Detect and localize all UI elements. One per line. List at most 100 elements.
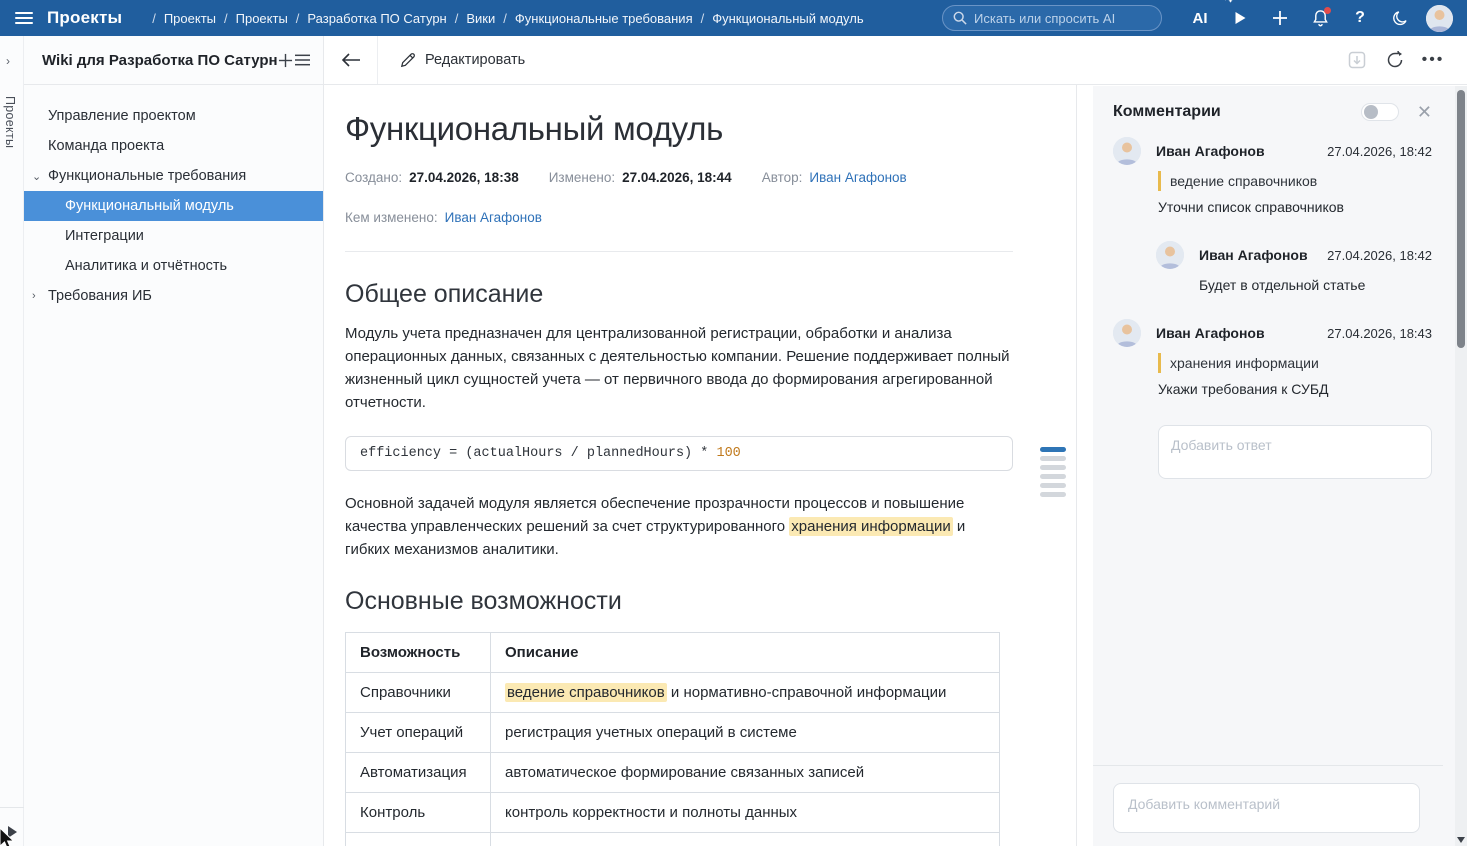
page-tree: Управление проектом Команда проекта ⌄Фун… — [24, 85, 323, 311]
plus-icon[interactable] — [1260, 0, 1300, 36]
tree-item[interactable]: Команда проекта — [24, 131, 323, 161]
comments-toggle[interactable] — [1361, 103, 1399, 121]
comment-date: 27.04.2026, 18:42 — [1327, 248, 1432, 263]
tree-item[interactable]: ›Требования ИБ — [24, 281, 323, 311]
author-label: Автор: — [762, 170, 803, 185]
edit-label: Редактировать — [425, 52, 525, 68]
comments-footer: Добавить комментарий — [1093, 765, 1443, 846]
article-meta-2: Кем изменено: Иван Агафонов — [345, 210, 1013, 225]
download-icon[interactable] — [1345, 48, 1369, 72]
comment-author[interactable]: Иван Агафонов — [1199, 247, 1327, 263]
article-meta: Создано:27.04.2026, 18:38 Изменено:27.04… — [345, 170, 1013, 185]
wiki-sidebar: Wiki для Разработка ПО Сатурн Управление… — [24, 36, 324, 846]
outline-bar[interactable] — [1040, 492, 1066, 497]
wiki-title: Wiki для Разработка ПО Сатурн — [42, 52, 278, 69]
search-input[interactable] — [974, 11, 1151, 26]
breadcrumb: Проекты Проекты Разработка ПО Сатурн Вик… — [144, 11, 863, 26]
more-options-icon[interactable]: ••• — [1421, 48, 1445, 72]
code-block: efficiency = (actualHours / plannedHours… — [345, 436, 1013, 471]
comment-text: Уточни список справочников — [1158, 197, 1432, 217]
table-cell: Учет операций — [346, 713, 491, 753]
pencil-icon — [400, 52, 416, 68]
tree-item[interactable]: Интеграции — [24, 221, 323, 251]
table-cell: регистрация учетных операций в системе — [491, 713, 1000, 753]
outline-indicator — [1040, 447, 1066, 497]
table-row: Учет операций регистрация учетных операц… — [346, 713, 1000, 753]
comment-avatar — [1113, 137, 1141, 165]
outline-bar[interactable] — [1040, 483, 1066, 488]
mouse-cursor — [0, 828, 18, 846]
tree-item[interactable]: Аналитика и отчётность — [24, 251, 323, 281]
moon-icon[interactable] — [1380, 0, 1420, 36]
paragraph: Модуль учета предназначен для централизо… — [345, 322, 1013, 414]
play-icon[interactable] — [1220, 0, 1260, 36]
sidebar-header: Wiki для Разработка ПО Сатурн — [24, 36, 323, 85]
expand-rail-icon[interactable]: › — [6, 54, 10, 68]
divider — [345, 251, 1013, 252]
table-cell: автоматическое формирование связанных за… — [491, 753, 1000, 793]
edit-button[interactable]: Редактировать — [400, 52, 525, 68]
modified-by-link[interactable]: Иван Агафонов — [445, 210, 542, 225]
scroll-down-arrow[interactable] — [1457, 837, 1465, 843]
breadcrumb-item[interactable]: Разработка ПО Сатурн — [288, 11, 447, 26]
comment-author[interactable]: Иван Агафонов — [1156, 143, 1327, 159]
comment-quote: ведение справочников — [1158, 171, 1432, 191]
breadcrumb-item[interactable]: Проекты — [144, 11, 216, 26]
toggle-knob — [1364, 105, 1378, 119]
table-header-row: Возможность Описание — [346, 633, 1000, 673]
arrow-left-icon — [341, 53, 361, 67]
rail-vertical-label[interactable]: Проекты — [3, 96, 17, 148]
toolbar-actions: ••• — [1345, 48, 1467, 72]
add-page-icon[interactable] — [278, 47, 295, 73]
section-heading: Общее описание — [345, 280, 1013, 309]
comment-date: 27.04.2026, 18:42 — [1327, 144, 1432, 159]
comment-avatar — [1156, 241, 1184, 269]
modified-by-label: Кем изменено: — [345, 210, 438, 225]
hamburger-menu-icon[interactable] — [15, 12, 33, 24]
help-icon[interactable]: ? — [1340, 0, 1380, 36]
modified-label: Изменено: — [549, 170, 615, 185]
refresh-icon[interactable] — [1383, 48, 1407, 72]
app-title[interactable]: Проекты — [47, 8, 122, 28]
bell-icon[interactable] — [1300, 0, 1340, 36]
scrollbar[interactable] — [1455, 86, 1467, 846]
search-icon — [953, 11, 967, 25]
highlighted-text: хранения информации — [789, 517, 952, 536]
outline-bar-active[interactable] — [1040, 447, 1066, 452]
ai-assistant-icon[interactable]: AI ✦✦ — [1180, 0, 1220, 36]
back-button[interactable] — [324, 36, 378, 84]
created-label: Создано: — [345, 170, 402, 185]
paragraph: Основной задачей модуля является обеспеч… — [345, 492, 1013, 561]
breadcrumb-item[interactable]: Функциональные требования — [495, 11, 692, 26]
article-area: Функциональный модуль Создано:27.04.2026… — [324, 85, 1077, 846]
add-comment-input[interactable]: Добавить комментарий — [1113, 783, 1420, 833]
top-bar: Проекты Проекты Проекты Разработка ПО Са… — [0, 0, 1467, 36]
user-avatar[interactable] — [1426, 5, 1453, 32]
sidebar-menu-icon[interactable] — [294, 47, 311, 73]
outline-bar[interactable] — [1040, 474, 1066, 479]
reply-input[interactable]: Добавить ответ — [1158, 425, 1432, 479]
comment-date: 27.04.2026, 18:43 — [1327, 326, 1432, 341]
close-icon[interactable]: ✕ — [1417, 103, 1432, 121]
outline-bar[interactable] — [1040, 465, 1066, 470]
table-cell: Автоматизация — [346, 753, 491, 793]
code-number: 100 — [716, 446, 740, 461]
app-window: Проекты Проекты Проекты Разработка ПО Са… — [0, 0, 1467, 846]
column-header: Возможность — [346, 633, 491, 673]
breadcrumb-item[interactable]: Вики — [447, 11, 496, 26]
tree-item[interactable]: ⌄Функциональные требования — [24, 161, 323, 191]
breadcrumb-item[interactable]: Проекты — [216, 11, 288, 26]
comment-avatar — [1113, 319, 1141, 347]
comment-author[interactable]: Иван Агафонов — [1156, 325, 1327, 341]
breadcrumb-item-current[interactable]: Функциональный модуль — [693, 11, 864, 26]
outline-bar[interactable] — [1040, 456, 1066, 461]
table-cell: Справочники — [346, 673, 491, 713]
comment: Иван Агафонов 27.04.2026, 18:42 ведение … — [1113, 137, 1432, 217]
tree-item[interactable]: Управление проектом — [24, 101, 323, 131]
global-search[interactable] — [942, 5, 1162, 31]
author-link[interactable]: Иван Агафонов — [809, 170, 906, 185]
scrollbar-thumb[interactable] — [1457, 90, 1465, 348]
comments-header: Комментарии ✕ — [1113, 103, 1432, 121]
tree-item-selected[interactable]: Функциональный модуль — [24, 191, 323, 221]
comments-title: Комментарии — [1113, 103, 1361, 121]
